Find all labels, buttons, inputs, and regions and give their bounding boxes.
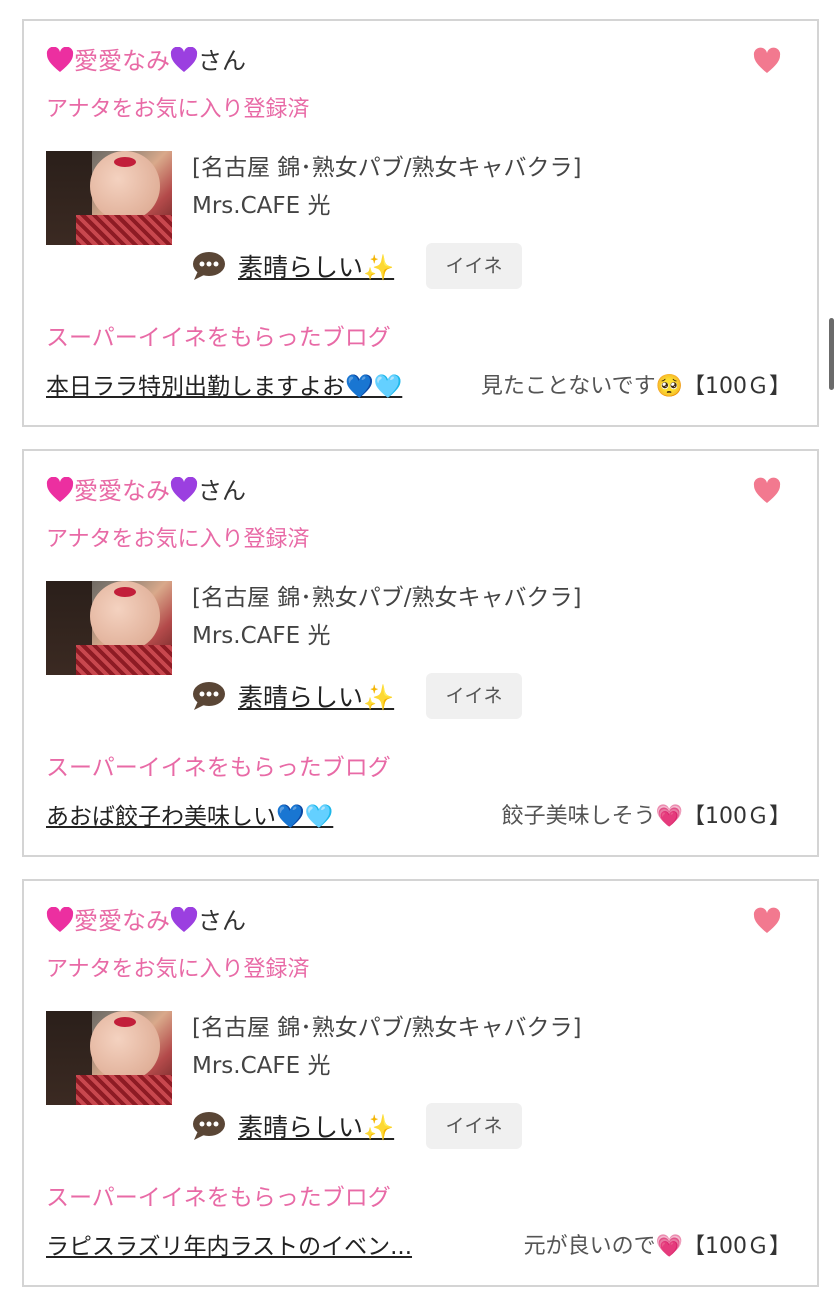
cast-thumbnail[interactable] (46, 151, 172, 245)
blog-comment: 見たことないです🥺【100Ｇ】 (481, 371, 791, 403)
favorite-status: アナタをお気に入り登録済 (46, 97, 310, 122)
user-name-line[interactable]: 愛愛なみ さん (46, 473, 246, 513)
blog-title-link[interactable]: あおば餃子わ美味しい💙🩵 (46, 801, 333, 833)
user-name-line[interactable]: 愛愛なみ さん (46, 43, 246, 83)
scrollbar[interactable] (829, 318, 834, 390)
cast-thumbnail[interactable] (46, 581, 172, 675)
shop-name: Mrs.CAFE 光 (192, 623, 331, 649)
comment-row: 素晴らしい✨ (192, 673, 394, 719)
speech-bubble-icon (193, 252, 225, 280)
comment-link[interactable]: 素晴らしい✨ (238, 678, 394, 714)
blog-comment-text: 元が良いので💗 (523, 1234, 683, 1259)
shop-category: [名古屋 錦･熟女パブ/熟女キャバクラ] (192, 585, 582, 611)
super-iine-label: スーパーイイネをもらったブログ (46, 325, 391, 351)
shop-category: [名古屋 錦･熟女パブ/熟女キャバクラ] (192, 1015, 582, 1041)
pink-heart-icon (46, 476, 74, 513)
speech-bubble-icon (193, 682, 225, 710)
pink-heart-icon (46, 46, 74, 83)
heart-icon[interactable] (753, 477, 781, 505)
pink-heart-icon (46, 906, 74, 943)
blog-title-link[interactable]: ラピスラズリ年内ラストのイベン... (46, 1231, 412, 1263)
user-suffix: さん (198, 47, 246, 75)
shop-category: [名古屋 錦･熟女パブ/熟女キャバクラ] (192, 155, 582, 181)
heart-icon[interactable] (753, 47, 781, 75)
comment-row: 素晴らしい✨ (192, 1103, 394, 1149)
purple-heart-icon (170, 476, 198, 513)
user-suffix: さん (198, 907, 246, 935)
notification-card: 愛愛なみ さん アナタをお気に入り登録済 [名古屋 錦･熟女パブ/熟女キャバクラ]… (22, 449, 819, 857)
blog-title-link[interactable]: 本日ララ特別出勤しますよお💙🩵 (46, 371, 402, 403)
shop-name: Mrs.CAFE 光 (192, 193, 331, 219)
iine-button[interactable]: イイネ (426, 243, 522, 289)
cast-thumbnail[interactable] (46, 1011, 172, 1105)
blog-comment-text: 見たことないです🥺 (480, 374, 683, 399)
blog-comment-text: 餃子美味しそう💗 (501, 804, 683, 829)
purple-heart-icon (170, 46, 198, 83)
notification-card: 愛愛なみ さん アナタをお気に入り登録済 [名古屋 錦･熟女パブ/熟女キャバクラ]… (22, 879, 819, 1287)
purple-heart-icon (170, 906, 198, 943)
user-name[interactable]: 愛愛なみ (74, 907, 170, 935)
notification-card: 愛愛なみ さん アナタをお気に入り登録済 [名古屋 錦･熟女パブ/熟女キャバクラ]… (22, 19, 819, 427)
user-name[interactable]: 愛愛なみ (74, 477, 170, 505)
speech-bubble-icon (193, 1112, 225, 1140)
comment-row: 素晴らしい✨ (192, 243, 394, 289)
points-badge: 【100Ｇ】 (683, 804, 791, 829)
heart-icon[interactable] (753, 907, 781, 935)
iine-button[interactable]: イイネ (426, 1103, 522, 1149)
user-suffix: さん (198, 477, 246, 505)
shop-name: Mrs.CAFE 光 (192, 1053, 331, 1079)
favorite-status: アナタをお気に入り登録済 (46, 527, 310, 552)
favorite-status: アナタをお気に入り登録済 (46, 957, 310, 982)
blog-comment: 餃子美味しそう💗【100Ｇ】 (502, 801, 791, 833)
user-name-line[interactable]: 愛愛なみ さん (46, 903, 246, 943)
super-iine-label: スーパーイイネをもらったブログ (46, 1185, 391, 1211)
super-iine-label: スーパーイイネをもらったブログ (46, 755, 391, 781)
blog-comment: 元が良いので💗【100Ｇ】 (524, 1231, 791, 1263)
user-name[interactable]: 愛愛なみ (74, 47, 170, 75)
points-badge: 【100Ｇ】 (683, 374, 791, 399)
points-badge: 【100Ｇ】 (683, 1234, 791, 1259)
comment-link[interactable]: 素晴らしい✨ (238, 1108, 394, 1144)
comment-link[interactable]: 素晴らしい✨ (238, 248, 394, 284)
iine-button[interactable]: イイネ (426, 673, 522, 719)
